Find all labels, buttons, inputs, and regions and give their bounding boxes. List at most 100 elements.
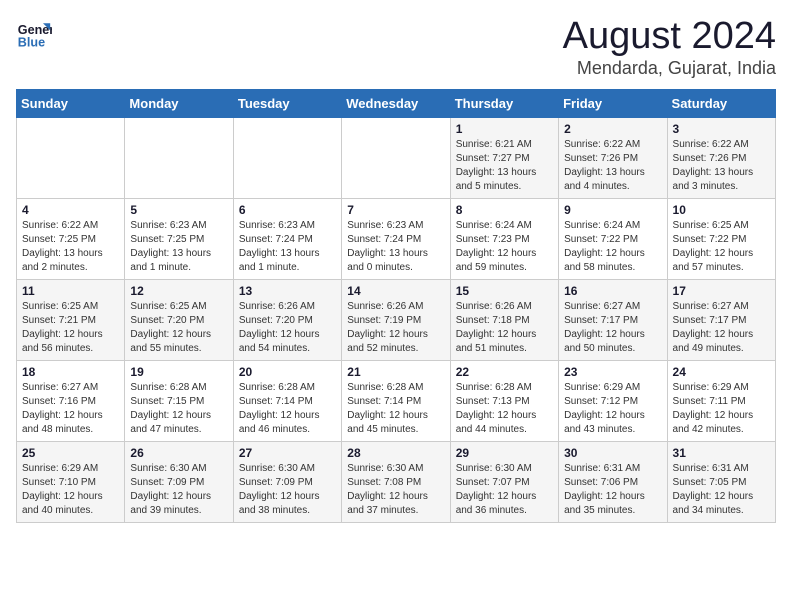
weekday-header-wednesday: Wednesday [342, 89, 450, 117]
day-number: 20 [239, 365, 336, 379]
day-info: Sunrise: 6:31 AM Sunset: 7:05 PM Dayligh… [673, 462, 770, 518]
day-number: 16 [564, 284, 661, 298]
day-info: Sunrise: 6:22 AM Sunset: 7:26 PM Dayligh… [564, 138, 661, 194]
calendar-cell: 8 Sunrise: 6:24 AM Sunset: 7:23 PM Daylig… [450, 198, 558, 279]
day-number: 2 [564, 122, 661, 136]
day-number: 23 [564, 365, 661, 379]
calendar-cell: 29Sunrise: 6:30 AM Sunset: 7:07 PM Dayli… [450, 441, 558, 522]
calendar-table: SundayMondayTuesdayWednesdayThursdayFrid… [16, 89, 776, 523]
day-info: Sunrise: 6:29 AM Sunset: 7:11 PM Dayligh… [673, 381, 770, 437]
calendar-cell: 6 Sunrise: 6:23 AM Sunset: 7:24 PM Daylig… [233, 198, 341, 279]
day-number: 5 [130, 203, 227, 217]
day-info: Sunrise: 6:30 AM Sunset: 7:09 PM Dayligh… [239, 462, 336, 518]
calendar-cell: 31 Sunrise: 6:31 AM Sunset: 7:05 PM Dayli… [667, 441, 775, 522]
day-info: Sunrise: 6:27 AM Sunset: 7:17 PM Dayligh… [564, 300, 661, 356]
day-number: 24 [673, 365, 770, 379]
day-info: Sunrise: 6:29 AM Sunset: 7:10 PM Dayligh… [22, 462, 119, 518]
day-number: 8 [456, 203, 553, 217]
day-number: 14 [347, 284, 444, 298]
day-info: Sunrise: 6:28 AM Sunset: 7:15 PM Dayligh… [130, 381, 227, 437]
day-info: Sunrise: 6:27 AM Sunset: 7:17 PM Dayligh… [673, 300, 770, 356]
day-number: 26 [130, 446, 227, 460]
weekday-header-thursday: Thursday [450, 89, 558, 117]
day-number: 11 [22, 284, 119, 298]
calendar-cell [125, 117, 233, 198]
day-info: Sunrise: 6:23 AM Sunset: 7:25 PM Dayligh… [130, 219, 227, 275]
title-block: August 2024 Mendarda, Gujarat, India [563, 16, 776, 79]
calendar-cell: 10 Sunrise: 6:25 AM Sunset: 7:22 PM Dayli… [667, 198, 775, 279]
calendar-cell: 23Sunrise: 6:29 AM Sunset: 7:12 PM Dayli… [559, 360, 667, 441]
day-number: 27 [239, 446, 336, 460]
logo-icon: General Blue [16, 16, 52, 52]
calendar-cell: 24 Sunrise: 6:29 AM Sunset: 7:11 PM Dayli… [667, 360, 775, 441]
day-info: Sunrise: 6:26 AM Sunset: 7:18 PM Dayligh… [456, 300, 553, 356]
day-info: Sunrise: 6:22 AM Sunset: 7:26 PM Dayligh… [673, 138, 770, 194]
day-info: Sunrise: 6:22 AM Sunset: 7:25 PM Dayligh… [22, 219, 119, 275]
calendar-cell: 18Sunrise: 6:27 AM Sunset: 7:16 PM Dayli… [17, 360, 125, 441]
calendar-cell: 16 Sunrise: 6:27 AM Sunset: 7:17 PM Dayli… [559, 279, 667, 360]
day-info: Sunrise: 6:24 AM Sunset: 7:22 PM Dayligh… [564, 219, 661, 275]
day-info: Sunrise: 6:30 AM Sunset: 7:09 PM Dayligh… [130, 462, 227, 518]
calendar-cell: 21Sunrise: 6:28 AM Sunset: 7:14 PM Dayli… [342, 360, 450, 441]
day-number: 12 [130, 284, 227, 298]
day-number: 7 [347, 203, 444, 217]
day-number: 6 [239, 203, 336, 217]
calendar-header: SundayMondayTuesdayWednesdayThursdayFrid… [17, 89, 776, 117]
day-number: 25 [22, 446, 119, 460]
calendar-cell [17, 117, 125, 198]
day-number: 17 [673, 284, 770, 298]
day-number: 19 [130, 365, 227, 379]
calendar-cell: 14 Sunrise: 6:26 AM Sunset: 7:19 PM Dayli… [342, 279, 450, 360]
day-info: Sunrise: 6:28 AM Sunset: 7:14 PM Dayligh… [239, 381, 336, 437]
day-info: Sunrise: 6:24 AM Sunset: 7:23 PM Dayligh… [456, 219, 553, 275]
calendar-title: August 2024 [563, 16, 776, 58]
calendar-week-1: 1Sunrise: 6:21 AM Sunset: 7:27 PM Daylig… [17, 117, 776, 198]
day-info: Sunrise: 6:27 AM Sunset: 7:16 PM Dayligh… [22, 381, 119, 437]
calendar-cell: 7Sunrise: 6:23 AM Sunset: 7:24 PM Daylig… [342, 198, 450, 279]
calendar-body: 1Sunrise: 6:21 AM Sunset: 7:27 PM Daylig… [17, 117, 776, 522]
calendar-cell: 28Sunrise: 6:30 AM Sunset: 7:08 PM Dayli… [342, 441, 450, 522]
day-number: 28 [347, 446, 444, 460]
calendar-cell: 9 Sunrise: 6:24 AM Sunset: 7:22 PM Daylig… [559, 198, 667, 279]
calendar-cell: 22 Sunrise: 6:28 AM Sunset: 7:13 PM Dayli… [450, 360, 558, 441]
weekday-header-saturday: Saturday [667, 89, 775, 117]
day-info: Sunrise: 6:25 AM Sunset: 7:20 PM Dayligh… [130, 300, 227, 356]
day-number: 13 [239, 284, 336, 298]
calendar-cell: 12 Sunrise: 6:25 AM Sunset: 7:20 PM Dayli… [125, 279, 233, 360]
day-info: Sunrise: 6:25 AM Sunset: 7:21 PM Dayligh… [22, 300, 119, 356]
day-number: 10 [673, 203, 770, 217]
calendar-cell: 1Sunrise: 6:21 AM Sunset: 7:27 PM Daylig… [450, 117, 558, 198]
weekday-header-tuesday: Tuesday [233, 89, 341, 117]
day-number: 31 [673, 446, 770, 460]
calendar-cell: 19 Sunrise: 6:28 AM Sunset: 7:15 PM Dayli… [125, 360, 233, 441]
calendar-cell: 5 Sunrise: 6:23 AM Sunset: 7:25 PM Daylig… [125, 198, 233, 279]
calendar-subtitle: Mendarda, Gujarat, India [563, 58, 776, 79]
weekday-header-monday: Monday [125, 89, 233, 117]
day-info: Sunrise: 6:28 AM Sunset: 7:13 PM Dayligh… [456, 381, 553, 437]
day-info: Sunrise: 6:23 AM Sunset: 7:24 PM Dayligh… [239, 219, 336, 275]
weekday-row: SundayMondayTuesdayWednesdayThursdayFrid… [17, 89, 776, 117]
page-header: General Blue August 2024 Mendarda, Gujar… [16, 16, 776, 79]
logo: General Blue [16, 16, 52, 52]
calendar-week-3: 11 Sunrise: 6:25 AM Sunset: 7:21 PM Dayli… [17, 279, 776, 360]
weekday-header-friday: Friday [559, 89, 667, 117]
day-number: 30 [564, 446, 661, 460]
day-number: 9 [564, 203, 661, 217]
weekday-header-sunday: Sunday [17, 89, 125, 117]
calendar-cell: 27 Sunrise: 6:30 AM Sunset: 7:09 PM Dayli… [233, 441, 341, 522]
day-number: 3 [673, 122, 770, 136]
calendar-week-5: 25 Sunrise: 6:29 AM Sunset: 7:10 PM Dayli… [17, 441, 776, 522]
calendar-week-4: 18Sunrise: 6:27 AM Sunset: 7:16 PM Dayli… [17, 360, 776, 441]
day-info: Sunrise: 6:28 AM Sunset: 7:14 PM Dayligh… [347, 381, 444, 437]
calendar-cell: 25 Sunrise: 6:29 AM Sunset: 7:10 PM Dayli… [17, 441, 125, 522]
day-number: 4 [22, 203, 119, 217]
day-info: Sunrise: 6:30 AM Sunset: 7:07 PM Dayligh… [456, 462, 553, 518]
day-number: 15 [456, 284, 553, 298]
calendar-cell: 26 Sunrise: 6:30 AM Sunset: 7:09 PM Dayli… [125, 441, 233, 522]
day-number: 22 [456, 365, 553, 379]
calendar-cell: 4 Sunrise: 6:22 AM Sunset: 7:25 PM Daylig… [17, 198, 125, 279]
calendar-cell: 15 Sunrise: 6:26 AM Sunset: 7:18 PM Dayli… [450, 279, 558, 360]
calendar-cell: 3 Sunrise: 6:22 AM Sunset: 7:26 PM Daylig… [667, 117, 775, 198]
day-info: Sunrise: 6:25 AM Sunset: 7:22 PM Dayligh… [673, 219, 770, 275]
day-info: Sunrise: 6:26 AM Sunset: 7:19 PM Dayligh… [347, 300, 444, 356]
